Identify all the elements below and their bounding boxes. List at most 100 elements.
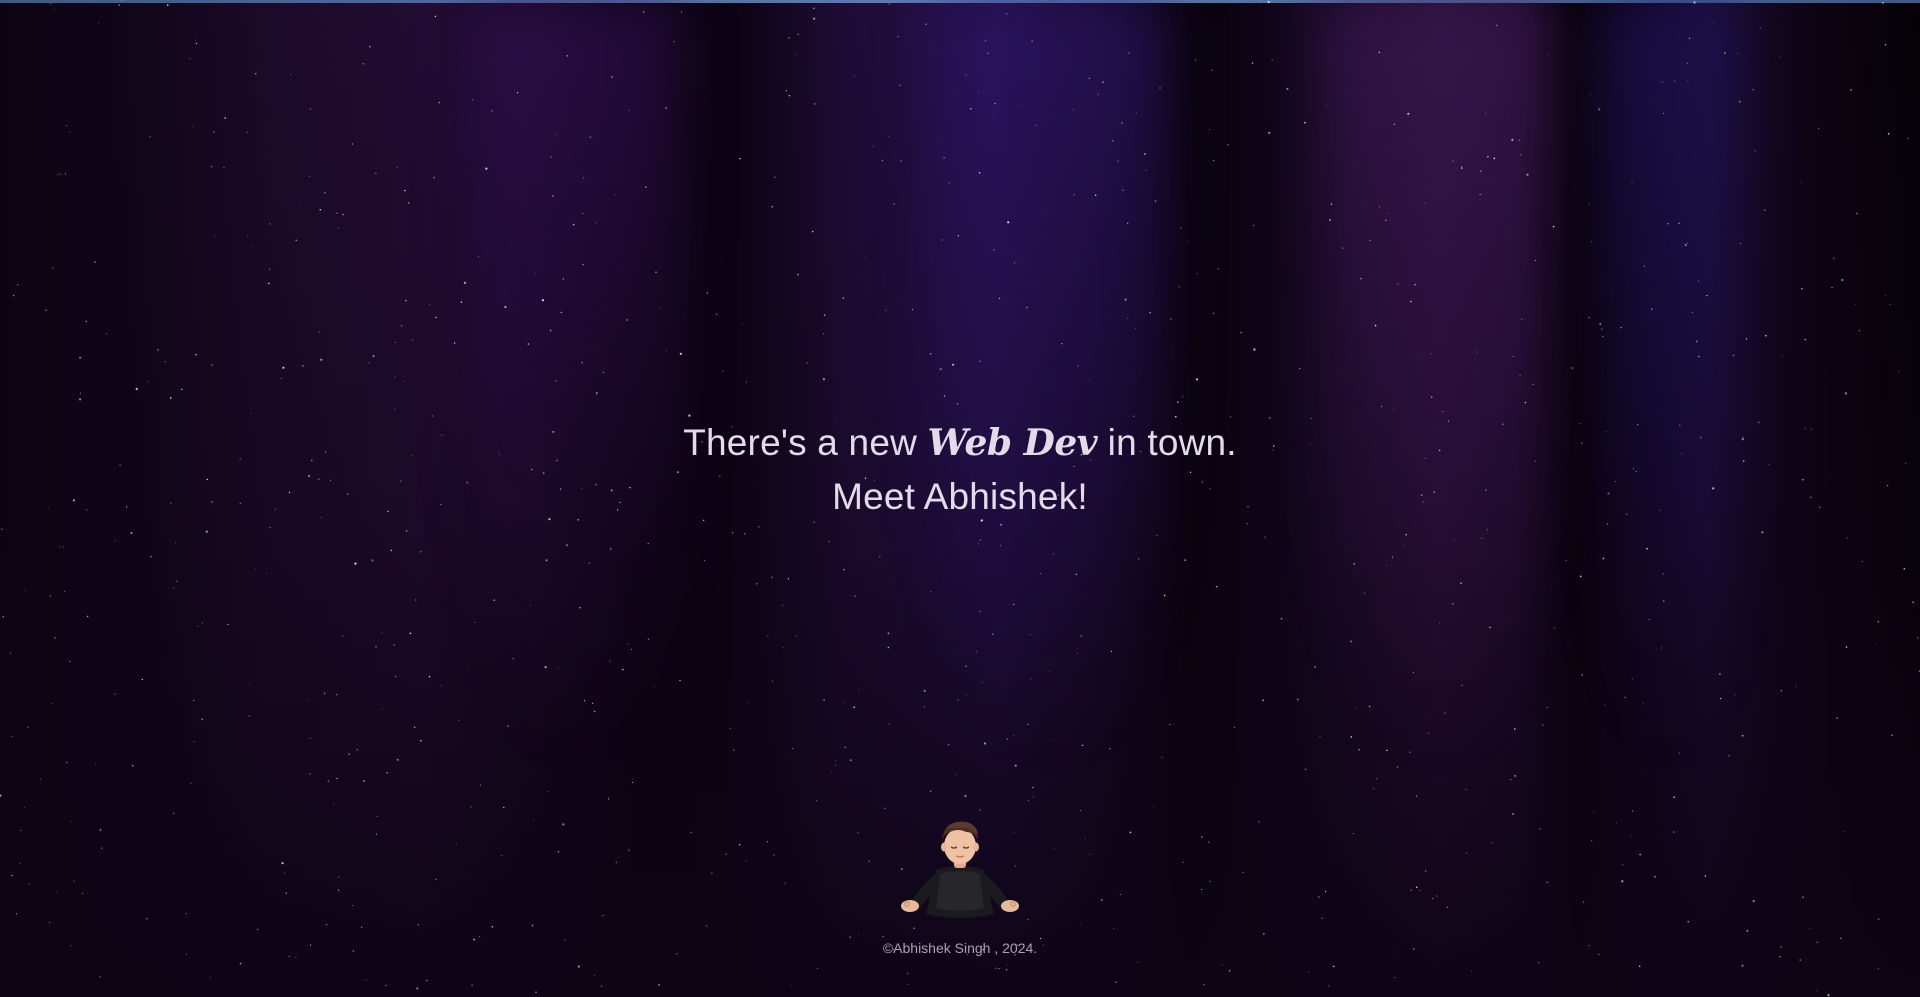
star [400,325,403,327]
star [195,42,198,45]
star [622,668,624,671]
star [1855,303,1857,305]
star [998,297,1001,300]
star [1308,971,1310,973]
star [1697,280,1700,282]
star [9,652,11,654]
star [1271,59,1274,62]
hero-line-2: Meet Abhishek! [832,476,1088,517]
star [854,595,856,598]
star [1491,842,1494,844]
star [381,631,383,633]
star [1593,812,1595,813]
star [888,3,890,5]
star [806,362,808,364]
star [885,309,887,312]
star [375,833,378,835]
star [146,918,148,920]
star [566,544,569,547]
star [1425,870,1427,872]
star [579,606,581,609]
star [1196,273,1198,275]
star [375,172,377,175]
star [1079,924,1081,926]
star [1419,890,1421,891]
star [1135,328,1137,330]
star [295,239,297,241]
star [1667,222,1669,225]
star [1035,124,1037,126]
star [79,392,81,394]
star [1877,918,1880,920]
star [82,893,84,895]
star [680,11,683,13]
star [1654,875,1656,878]
star [1101,899,1103,901]
star [817,968,819,969]
star [1211,69,1213,71]
star [1509,539,1510,541]
star [246,131,248,134]
star [197,625,199,627]
star [1818,127,1820,129]
star [888,135,890,137]
star [302,365,304,367]
star [336,694,338,696]
star [957,234,960,237]
star [849,936,851,938]
star [298,204,300,206]
star [256,928,259,931]
star [610,548,612,550]
star [1412,671,1414,674]
star [529,604,531,606]
star [348,753,350,755]
star [1651,308,1653,310]
star [1696,340,1698,343]
meditating-memoji-avatar-icon [901,821,1019,918]
star [478,936,481,938]
star [1221,964,1223,966]
star [1687,921,1689,923]
star [1754,150,1756,152]
star [1080,635,1082,637]
star [201,718,203,720]
star [213,131,215,133]
star [1432,898,1434,900]
star [1386,749,1388,752]
star [1081,744,1084,747]
star [844,746,846,748]
star [1006,738,1009,740]
star [381,708,383,710]
star [1599,322,1602,325]
star [70,820,72,822]
star [39,778,41,780]
star [190,782,192,784]
star [1358,748,1360,751]
star [54,637,56,639]
star [665,107,667,109]
star [1268,131,1271,134]
star [1712,21,1714,23]
star [1251,62,1254,64]
footer-copyright: ©Abhishek Singh , 2024. [882,940,1038,956]
star [899,84,901,86]
star [541,299,545,302]
star [1861,560,1863,562]
star [758,526,760,528]
star [438,101,440,104]
star [572,223,575,226]
star [59,173,61,175]
star [647,542,649,545]
star [897,36,899,38]
star [1329,219,1331,221]
star [814,103,816,105]
star [1113,928,1115,930]
star [992,633,994,635]
star [1200,836,1203,838]
star [1718,672,1721,676]
star [1662,573,1664,575]
star [73,880,75,882]
star [1845,646,1848,648]
star [1841,278,1844,282]
star [1028,749,1030,751]
